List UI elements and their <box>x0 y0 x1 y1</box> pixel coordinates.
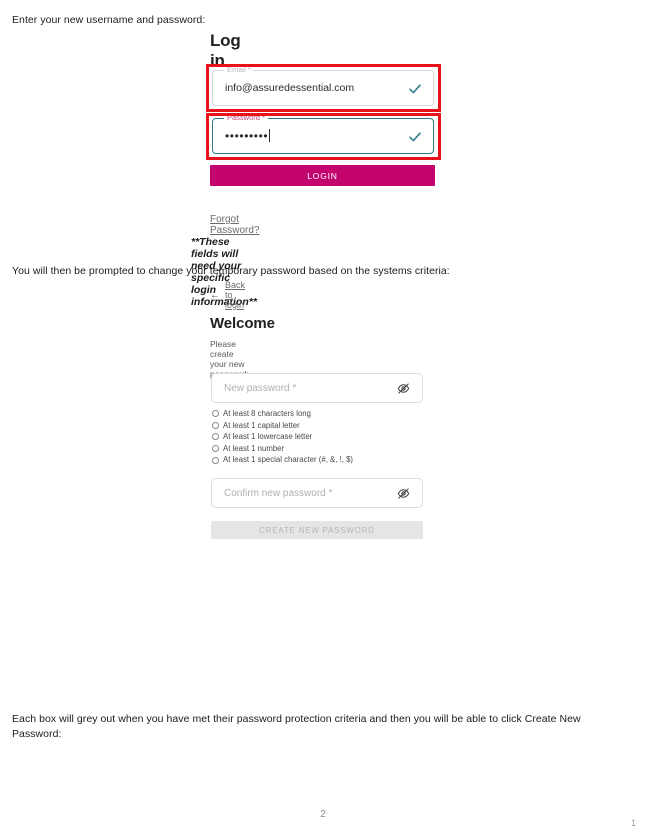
middle-paragraph: You will then be prompted to change your… <box>12 265 450 277</box>
login-button[interactable]: LOGIN <box>210 165 435 186</box>
circle-icon <box>212 433 219 441</box>
password-field-value: ••••••••• <box>225 129 271 143</box>
email-field[interactable]: Email * info@assuredessential.com <box>212 65 434 106</box>
criteria-item: At least 1 lowercase letter <box>212 431 353 443</box>
back-to-login-link[interactable]: ← Back to login <box>210 280 245 310</box>
check-icon <box>408 130 422 144</box>
criteria-label: At least 8 characters long <box>223 409 311 418</box>
welcome-title: Welcome <box>210 315 275 332</box>
bottom-paragraph: Each box will grey out when you have met… <box>12 713 581 740</box>
circle-icon <box>212 410 219 418</box>
forgot-password-link[interactable]: Forgot Password? <box>210 214 259 236</box>
page-number: 2 <box>320 809 326 820</box>
confirm-password-placeholder: Confirm new password * <box>224 488 333 499</box>
criteria-item: At least 1 number <box>212 443 353 455</box>
document-page: Enter your new username and password: Lo… <box>0 0 646 832</box>
password-field[interactable]: Password * ••••••••• <box>212 113 434 154</box>
back-to-login-label: Back to login <box>225 280 246 310</box>
password-criteria-list: At least 8 characters long At least 1 ca… <box>212 408 353 466</box>
eye-off-icon[interactable] <box>397 487 410 500</box>
criteria-item: At least 8 characters long <box>212 408 353 420</box>
password-field-label: Password * <box>224 113 268 122</box>
criteria-label: At least 1 special character (#, &, !, $… <box>223 455 354 465</box>
check-icon <box>408 82 422 96</box>
new-password-placeholder: New password * <box>224 383 297 394</box>
criteria-label: At least 1 lowercase letter <box>223 432 313 442</box>
confirm-password-input[interactable]: Confirm new password * <box>211 478 423 508</box>
criteria-label: At least 1 capital letter <box>223 420 300 430</box>
criteria-label: At least 1 number <box>223 443 285 453</box>
criteria-item: At least 1 capital letter <box>212 420 353 432</box>
new-password-input[interactable]: New password * <box>211 373 423 403</box>
criteria-item: At least 1 special character (#, &, !, $… <box>212 454 353 466</box>
circle-icon <box>212 445 219 453</box>
corner-number: 1 <box>630 818 636 828</box>
eye-off-icon[interactable] <box>397 382 410 395</box>
circle-icon <box>212 421 219 429</box>
arrow-left-icon: ← <box>210 289 220 301</box>
circle-icon <box>212 456 219 464</box>
email-field-value: info@assuredessential.com <box>225 82 355 94</box>
email-field-label: Email * <box>224 65 254 74</box>
text-caret <box>269 129 271 142</box>
create-new-password-button[interactable]: CREATE NEW PASSWORD <box>211 521 423 539</box>
intro-paragraph: Enter your new username and password: <box>12 14 206 26</box>
